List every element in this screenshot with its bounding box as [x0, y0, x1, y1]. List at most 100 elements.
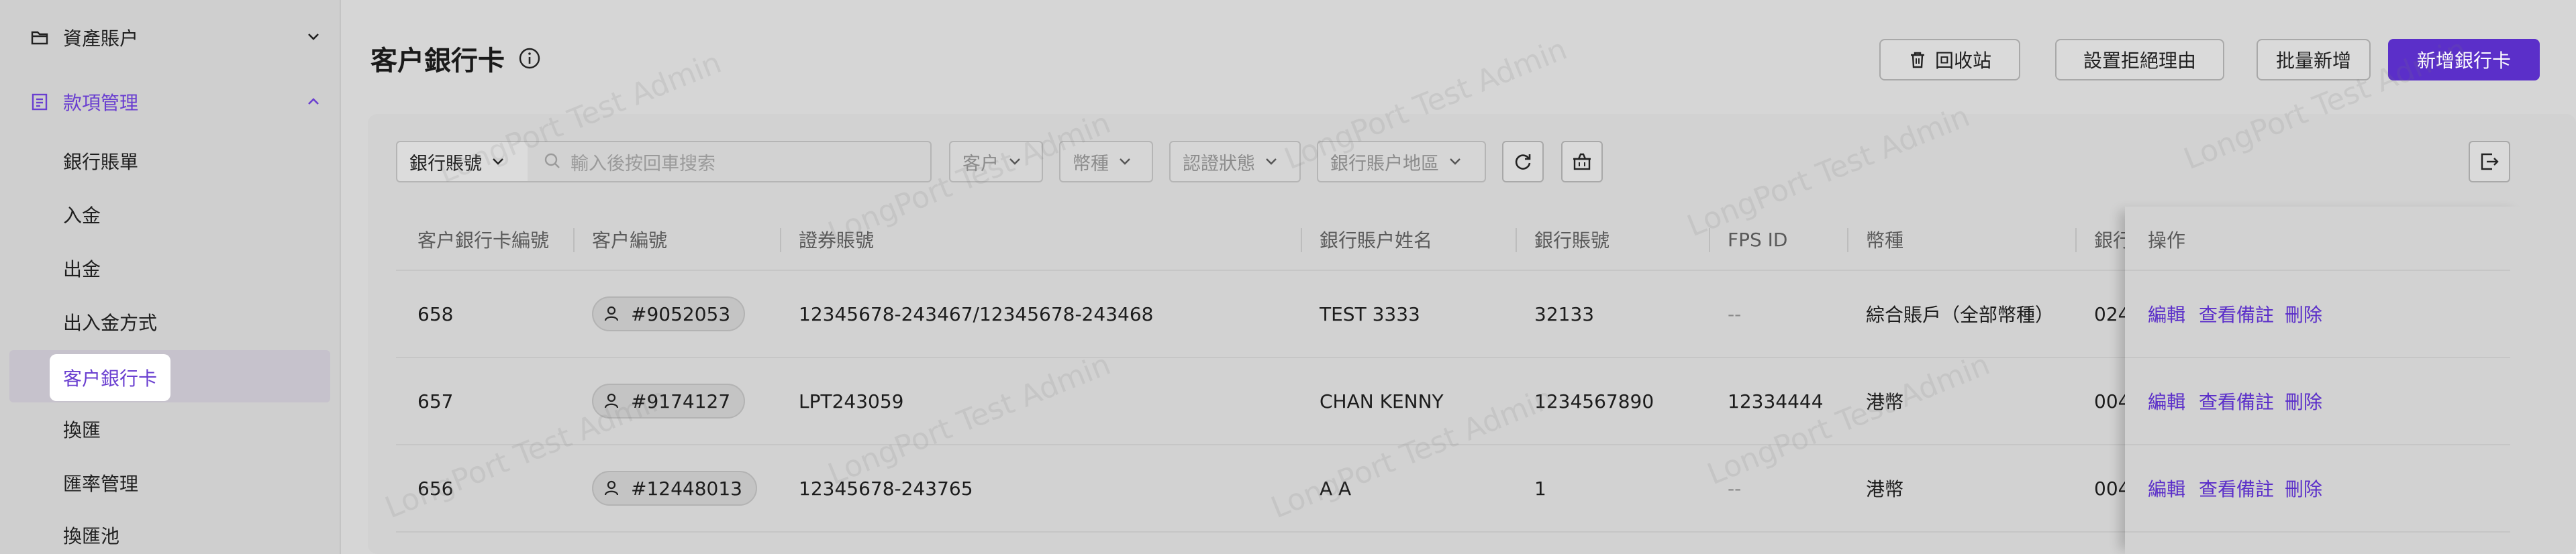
user-icon	[603, 304, 622, 323]
column-header: FPS ID	[1709, 208, 1787, 271]
folder-icon	[30, 27, 50, 48]
divider	[2125, 270, 2510, 271]
account-name: TEST 3333	[1320, 302, 1420, 325]
customer-tag[interactable]: #9174127	[592, 384, 746, 419]
sidebar-item-payment-methods[interactable]: 出入金方式	[63, 302, 157, 342]
refresh-icon	[1512, 151, 1534, 172]
bank-card-id: 657	[417, 390, 454, 412]
auth-status-filter-label: 認證狀態	[1183, 153, 1255, 174]
fps-id: --	[1728, 302, 1742, 325]
column-header: 銀行賬號	[1516, 208, 1609, 271]
user-icon	[603, 479, 622, 498]
search-field-select[interactable]: 銀行賬號	[396, 141, 529, 182]
sidebar-group-label: 款項管理	[63, 92, 139, 114]
info-icon[interactable]	[518, 47, 541, 70]
chevron-down-icon	[491, 154, 506, 169]
divider	[2125, 531, 2510, 533]
edit-link[interactable]: 編輯	[2148, 388, 2185, 414]
export-icon	[2479, 151, 2500, 172]
securities-account: 12345678-243765	[799, 477, 973, 500]
fps-id: 12334444	[1728, 390, 1824, 412]
sidebar-item-rate-management[interactable]: 匯率管理	[63, 463, 138, 503]
sidebar-group-payments[interactable]: 款項管理	[30, 82, 319, 122]
search-input[interactable]: 輸入後按回車搜索	[528, 141, 932, 182]
sidebar-item-customer-bank-card[interactable]: 客户銀行卡	[50, 354, 171, 401]
bank-region-filter[interactable]: 銀行賬户地區	[1317, 141, 1486, 182]
customer-cell: #12448013	[592, 445, 757, 531]
customer-filter-label: 客户	[962, 153, 999, 174]
refresh-button[interactable]	[1502, 141, 1544, 182]
chevron-down-icon	[1448, 154, 1463, 169]
sidebar: 資產賬户 款項管理 銀行賬單 入金 出金 出入金方式 客户銀行卡 換匯 匯率管理…	[0, 0, 341, 554]
sidebar-item-bank-statement[interactable]: 銀行賬單	[63, 141, 138, 181]
view-note-link[interactable]: 查看備註	[2199, 388, 2274, 414]
batch-add-button[interactable]: 批量新增	[2257, 39, 2371, 80]
account-name: A A	[1320, 477, 1352, 500]
bank-region-filter-label: 銀行賬户地區	[1330, 153, 1439, 174]
customer-id: #9174127	[631, 390, 731, 412]
customer-id: #12448013	[631, 477, 742, 500]
sidebar-item-exchange[interactable]: 換匯	[63, 409, 101, 449]
sidebar-item-deposit[interactable]: 入金	[63, 195, 101, 235]
search-placeholder: 輸入後按回車搜索	[571, 153, 715, 174]
actions-header: 操作	[2148, 229, 2186, 252]
bank-account-number: 1	[1534, 477, 1546, 500]
divider	[2125, 357, 2510, 358]
currency: 港幣	[1866, 478, 1904, 500]
clear-filters-button[interactable]	[1561, 141, 1603, 182]
export-button[interactable]	[2469, 141, 2510, 182]
delete-link[interactable]: 刪除	[2285, 475, 2322, 502]
chevron-down-icon	[1265, 154, 1279, 169]
customer-id: #9052053	[631, 302, 731, 325]
column-header: 幣種	[1847, 208, 1903, 271]
bank-account-number: 32133	[1534, 302, 1595, 325]
trash-icon	[1908, 50, 1927, 69]
add-bank-card-button[interactable]: 新增銀行卡	[2388, 39, 2540, 80]
search-field-label: 銀行賬號	[409, 153, 482, 174]
customer-tag[interactable]: #9052053	[592, 296, 746, 331]
chevron-up-icon[interactable]	[303, 91, 324, 111]
recycle-bin-label: 回收站	[1934, 50, 1991, 72]
customer-tag[interactable]: #12448013	[592, 471, 757, 506]
sidebar-item-withdrawal[interactable]: 出金	[63, 248, 101, 288]
chevron-down-icon	[1008, 154, 1023, 169]
divider	[2125, 444, 2510, 445]
securities-account: 12345678-243467/12345678-243468	[799, 302, 1154, 325]
set-reject-reason-button[interactable]: 設置拒絕理由	[2055, 39, 2224, 80]
view-note-link[interactable]: 查看備註	[2199, 300, 2274, 327]
recycle-bin-button[interactable]: 回收站	[1879, 39, 2020, 80]
bank-account-number: 1234567890	[1534, 390, 1654, 412]
column-header: 證券賬號	[780, 208, 874, 271]
sidebar-group-label: 資產賬户	[63, 27, 139, 50]
auth-status-filter[interactable]: 認證狀態	[1169, 141, 1301, 182]
customer-cell: #9174127	[592, 358, 746, 444]
edit-link[interactable]: 編輯	[2148, 475, 2185, 502]
column-header: 客户銀行卡編號	[417, 229, 550, 252]
page-title: 客户銀行卡	[370, 46, 505, 76]
column-header: 客户編號	[573, 208, 667, 271]
currency-filter-label: 幣種	[1073, 153, 1109, 174]
currency-filter[interactable]: 幣種	[1059, 141, 1153, 182]
column-header: 銀行賬户姓名	[1301, 208, 1432, 271]
delete-link[interactable]: 刪除	[2285, 300, 2322, 327]
sidebar-group-assets[interactable]: 資產賬户	[30, 17, 319, 58]
securities-account: LPT243059	[799, 390, 904, 412]
customer-filter[interactable]: 客户	[949, 141, 1043, 182]
chevron-down-icon	[1118, 154, 1133, 169]
customer-cell: #9052053	[592, 271, 746, 357]
account-name: CHAN KENNY	[1320, 390, 1444, 412]
search-icon	[544, 152, 562, 171]
bank-card-id: 656	[417, 477, 454, 500]
chevron-down-icon[interactable]	[303, 27, 324, 47]
sidebar-item-exchange-pool[interactable]: 換匯池	[63, 515, 119, 554]
fps-id: --	[1728, 477, 1742, 500]
basket-icon	[1571, 151, 1593, 172]
currency: 綜合賬戶（全部幣種）	[1866, 304, 2054, 326]
view-note-link[interactable]: 查看備註	[2199, 475, 2274, 502]
ledger-icon	[30, 92, 50, 112]
delete-link[interactable]: 刪除	[2285, 388, 2322, 414]
bank-card-id: 658	[417, 302, 454, 325]
edit-link[interactable]: 編輯	[2148, 300, 2185, 327]
user-icon	[603, 392, 622, 410]
currency: 港幣	[1866, 391, 1904, 413]
